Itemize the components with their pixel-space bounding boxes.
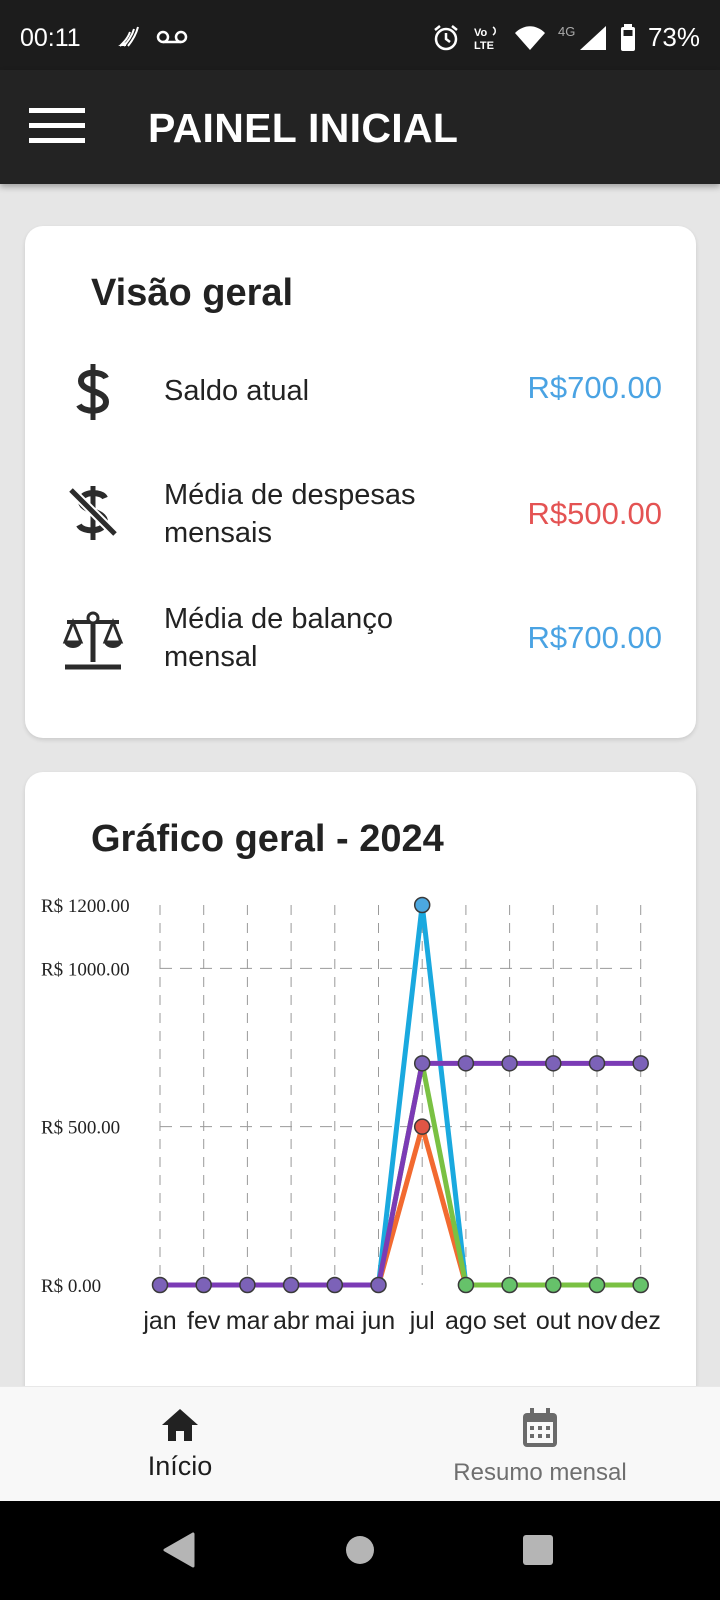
monthly-balance-label: Média de balanço mensal	[164, 603, 393, 673]
app-bar: PAINEL INICIAL	[0, 70, 720, 184]
x-tick-label: nov	[577, 1307, 618, 1335]
data-point	[632, 1055, 649, 1072]
expenses-value: R$500.00	[527, 496, 662, 531]
data-point	[501, 1055, 518, 1072]
svg-text:LTE: LTE	[474, 40, 494, 52]
nav-monthly-summary-label: Resumo mensal	[453, 1459, 627, 1486]
data-point	[545, 1276, 562, 1294]
data-point	[413, 896, 431, 914]
x-tick-label: abr	[273, 1307, 309, 1335]
monthly-balance-value: R$700.00	[527, 620, 662, 655]
balance-row: Saldo atual R$700.00	[25, 362, 696, 422]
dollar-off-icon	[61, 482, 125, 542]
balance-label: Saldo atual	[164, 375, 310, 407]
wifi-icon	[514, 25, 545, 50]
home-icon	[162, 1409, 198, 1441]
data-point	[195, 1276, 212, 1294]
battery-percentage: 73%	[647, 22, 700, 52]
data-point	[457, 1055, 475, 1072]
data-point	[239, 1276, 256, 1294]
balance-value: R$700.00	[527, 370, 662, 405]
x-tick-label: jan	[142, 1307, 176, 1335]
volte-icon: Vo LTE	[474, 25, 496, 52]
x-tick-label: mai	[315, 1307, 355, 1335]
y-tick-label: R$ 0.00	[41, 1276, 101, 1297]
overview-card: Visão geral Saldo atual R$700.00 Média d…	[25, 226, 696, 738]
dollar-icon	[61, 362, 125, 422]
data-point	[501, 1276, 518, 1294]
calendar-icon	[523, 1408, 557, 1447]
x-tick-label: set	[493, 1307, 526, 1335]
data-point	[545, 1055, 562, 1072]
expenses-row: Média de despesas mensais R$500.00	[25, 476, 696, 556]
system-navigation-bar	[0, 1501, 720, 1600]
home-circle-icon[interactable]	[344, 1534, 376, 1566]
x-tick-label: jul	[409, 1307, 435, 1335]
x-tick-label: dez	[621, 1307, 661, 1335]
y-tick-label: R$ 1000.00	[41, 959, 130, 980]
overview-title: Visão geral	[91, 272, 294, 314]
data-point	[588, 1276, 606, 1294]
data-point	[588, 1055, 606, 1072]
status-bar: 00:11 Vo LTE 4G 73%	[0, 0, 720, 70]
x-tick-label: ago	[445, 1307, 487, 1335]
signal-wave-icon	[118, 26, 139, 47]
line-chart: R$ 0.00 R$ 500.00 R$ 1000.00 R$ 1200.00 jan f…	[41, 896, 661, 1335]
x-tick-label: fev	[187, 1307, 221, 1335]
nav-monthly-summary[interactable]: Resumo mensal	[390, 1407, 690, 1487]
page-title: PAINEL INICIAL	[148, 105, 459, 151]
back-triangle-icon[interactable]	[163, 1532, 195, 1568]
balance-scale-icon	[61, 610, 125, 670]
chart-card: Gráfico geral - 2024 R$ 0.00 R$ 500.00 R$ …	[25, 772, 696, 1422]
voicemail-icon	[156, 30, 188, 44]
battery-icon	[620, 23, 635, 51]
alarm-icon	[434, 24, 458, 50]
data-point	[370, 1276, 387, 1294]
x-tick-label: out	[536, 1307, 571, 1335]
data-point	[151, 1276, 169, 1294]
monthly-balance-row: Média de balanço mensal R$700.00	[25, 600, 696, 680]
data-point	[413, 1118, 431, 1135]
data-point	[457, 1276, 475, 1294]
bottom-navigation: Início Resumo mensal	[0, 1386, 720, 1501]
expenses-label: Média de despesas mensais	[164, 479, 416, 549]
data-point	[282, 1276, 300, 1294]
svg-text:4G: 4G	[558, 24, 575, 39]
x-tick-label: mar	[226, 1307, 269, 1335]
status-time: 00:11	[20, 24, 81, 52]
series-line	[160, 902, 641, 1288]
cell-signal-icon: 4G	[558, 24, 606, 50]
x-tick-label: jun	[361, 1307, 395, 1335]
nav-home[interactable]: Início	[30, 1407, 330, 1482]
y-tick-label: R$ 500.00	[41, 1118, 120, 1139]
nav-home-label: Início	[147, 1451, 213, 1481]
data-point	[326, 1276, 344, 1294]
hamburger-menu-icon[interactable]	[29, 108, 85, 148]
recents-square-icon[interactable]	[522, 1534, 554, 1566]
data-point	[632, 1276, 649, 1294]
series-line	[160, 1124, 641, 1288]
data-point	[413, 1055, 431, 1072]
y-tick-label: R$ 1200.00	[41, 896, 130, 917]
svg-text:Vo: Vo	[474, 27, 488, 39]
